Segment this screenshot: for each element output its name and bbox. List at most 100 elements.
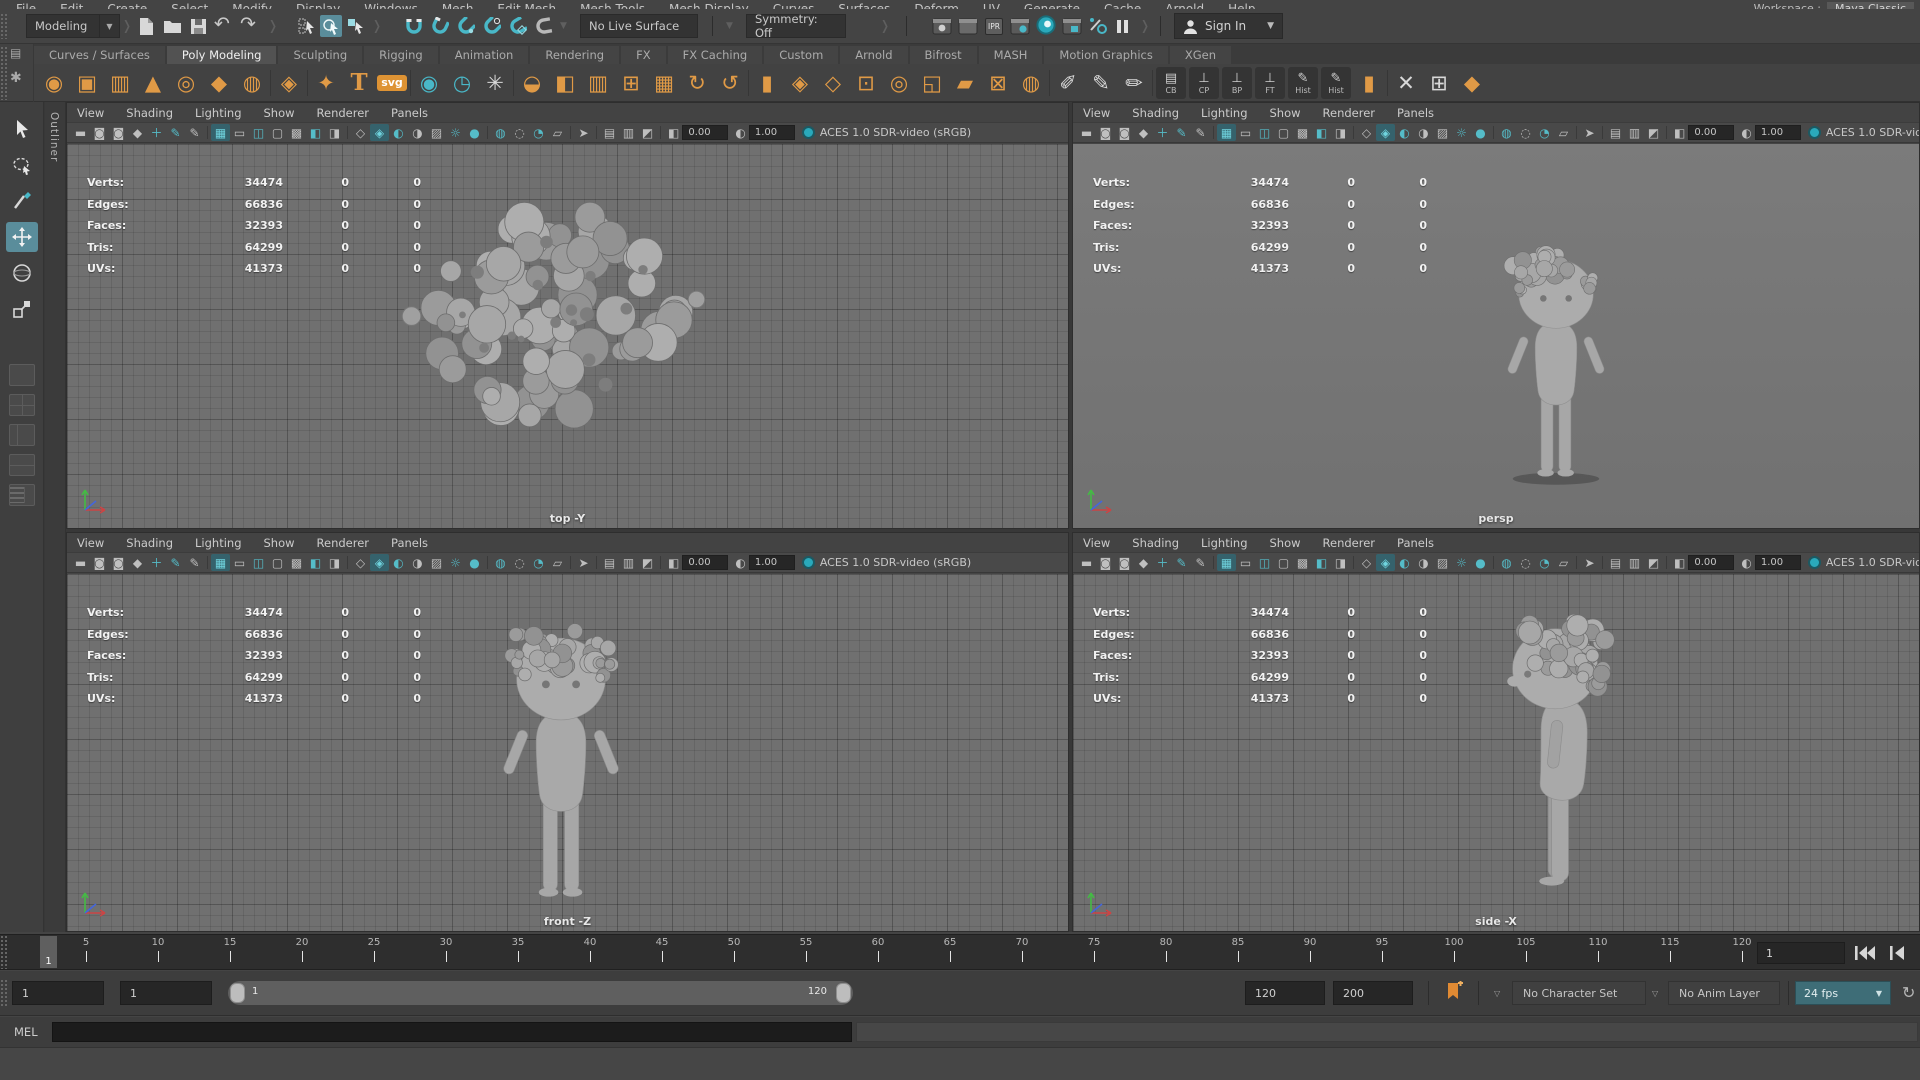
resolution-gate-icon[interactable]: ◫ — [249, 124, 268, 141]
viewport-menu-item[interactable]: Panels — [391, 536, 441, 550]
view-transform-icon[interactable] — [802, 556, 815, 569]
snap-to-grid-icon[interactable] — [402, 14, 426, 38]
anti-alias-icon[interactable]: ◔ — [1535, 124, 1554, 141]
view-transform-label[interactable]: ACES 1.0 SDR-video (sRGB) — [1826, 556, 1919, 569]
field-chart-icon[interactable]: ▩ — [1293, 554, 1312, 571]
live-surface-field[interactable]: No Live Surface — [580, 14, 698, 38]
gate-mask-icon[interactable]: ▢ — [268, 554, 287, 571]
shelf-gear-icon[interactable]: ✱ — [10, 70, 22, 86]
pivot-icon[interactable]: ＋ — [1153, 554, 1172, 571]
go-to-start-button[interactable] — [1852, 941, 1878, 965]
pivot-icon[interactable]: ＋ — [147, 554, 166, 571]
viewport-menu-item[interactable]: Shading — [126, 536, 186, 550]
camera-home-icon[interactable]: ◙ — [109, 554, 128, 571]
field-chart-icon[interactable]: ▩ — [287, 124, 306, 141]
image-plane-icon[interactable]: ▤ — [1606, 124, 1625, 141]
pivot-edit-icon[interactable]: ✎ — [1172, 124, 1191, 141]
wireframe-on-shaded-icon[interactable]: ◑ — [1414, 124, 1433, 141]
command-result-field[interactable] — [856, 1022, 1918, 1042]
isolate-select-icon[interactable]: ➤ — [574, 554, 593, 571]
pivot-edit-icon[interactable]: ✎ — [1172, 554, 1191, 571]
layout-four-pane-icon[interactable] — [9, 394, 35, 416]
viewport-menu-item[interactable]: Show — [264, 536, 308, 550]
workspace-selector[interactable]: Workspace : Maya Classic — [1754, 2, 1914, 9]
viewport-menu-item[interactable]: Show — [1270, 536, 1314, 550]
motion-blur-icon[interactable]: ◌ — [510, 124, 529, 141]
view-transform-label[interactable]: ACES 1.0 SDR-video (sRGB) — [820, 556, 971, 569]
pivot-edit-icon[interactable]: ✎ — [166, 554, 185, 571]
lasso-select-tool-icon[interactable] — [6, 150, 38, 180]
exposure-field[interactable]: 0.00 — [682, 555, 728, 570]
layout-outliner-persp-icon[interactable] — [9, 484, 35, 506]
texture-placement-icon[interactable]: ▥ — [1625, 124, 1644, 141]
auto-key-button[interactable] — [1444, 980, 1466, 1010]
annotate-icon[interactable]: ✎ — [185, 554, 204, 571]
pause-viewport-icon[interactable] — [1112, 14, 1132, 38]
exposure-field[interactable]: 0.00 — [1688, 555, 1734, 570]
insert-edge-loop-icon[interactable]: ✐ — [1052, 66, 1084, 100]
animation-start-field[interactable]: 1 — [12, 981, 104, 1005]
channel-box-button[interactable]: ▤ CB — [1156, 67, 1186, 99]
sculpt-time-icon[interactable]: ◷ — [446, 66, 478, 100]
group-collapse-icon[interactable]: ❭ — [1142, 15, 1148, 37]
wireframe-on-shaded-icon[interactable]: ◑ — [408, 124, 427, 141]
pivot-icon[interactable]: ＋ — [147, 124, 166, 141]
viewport-menu-item[interactable]: Shading — [1132, 106, 1192, 120]
textured-mode-icon[interactable]: ◐ — [1395, 554, 1414, 571]
main-menu-item[interactable]: Arnold — [1165, 2, 1204, 9]
viewport-menu-item[interactable]: View — [1083, 536, 1123, 550]
workspace-value[interactable]: Maya Classic — [1827, 2, 1914, 9]
view-transform-icon[interactable] — [1808, 556, 1821, 569]
render-current-frame-icon[interactable] — [956, 14, 980, 38]
viewport-menu-item[interactable]: View — [77, 106, 117, 120]
grid-toggle-icon[interactable]: ▦ — [1217, 124, 1236, 141]
bake-pivot-button[interactable]: ⊥ BP — [1222, 67, 1252, 99]
exposure-toggle-icon[interactable]: ◧ — [1674, 556, 1685, 570]
exposure-toggle-icon[interactable]: ◧ — [668, 126, 679, 140]
grid-fill-icon[interactable]: ▦ — [648, 66, 680, 100]
fill-hole-icon[interactable]: ⊞ — [615, 66, 647, 100]
bookmark-icon[interactable]: ◆ — [128, 554, 147, 571]
reverse-normals-icon[interactable]: ↺ — [714, 66, 746, 100]
ambient-occlusion-icon[interactable]: ◍ — [1497, 124, 1516, 141]
animation-end-field[interactable]: 200 — [1333, 981, 1413, 1005]
shelf-tab[interactable]: Motion Graphics — [1044, 46, 1167, 64]
safe-action-icon[interactable]: ◧ — [1312, 554, 1331, 571]
viewport-menu-item[interactable]: Renderer — [1323, 536, 1389, 550]
viewport-front[interactable]: ViewShadingLightingShowRendererPanels ▬◙… — [66, 532, 1069, 932]
rangebar-grip[interactable] — [0, 979, 8, 1007]
viewport-menu-item[interactable]: Lighting — [195, 106, 254, 120]
select-component-icon[interactable] — [345, 15, 367, 37]
offset-edge-loop-icon[interactable]: ✎ — [1085, 66, 1117, 100]
snap-to-view-plane-icon[interactable] — [506, 14, 530, 38]
pivot-edit-icon[interactable]: ✎ — [166, 124, 185, 141]
main-menu-item[interactable]: Deform — [914, 2, 959, 9]
make-live-icon[interactable] — [532, 14, 556, 38]
viewport-menu-item[interactable]: View — [77, 536, 117, 550]
film-gate-icon[interactable]: ▭ — [1236, 124, 1255, 141]
main-menu-item[interactable]: Cache — [1104, 2, 1141, 9]
delete-nondeformer-history-button[interactable]: ✎ Hist — [1321, 67, 1351, 99]
main-menu-item[interactable]: Windows — [364, 2, 418, 9]
viewport-menu-item[interactable]: View — [1083, 106, 1123, 120]
exposure-toggle-icon[interactable]: ◧ — [1674, 126, 1685, 140]
hypershade-icon[interactable] — [1060, 14, 1084, 38]
image-plane-icon[interactable]: ▤ — [600, 124, 619, 141]
paint-transfer-icon[interactable]: ◆ — [1456, 66, 1488, 100]
shelf-tab[interactable]: FX — [621, 46, 666, 64]
shelf-tab[interactable]: FX Caching — [668, 46, 763, 64]
group-collapse-icon[interactable]: ❭ — [882, 15, 888, 37]
snap-to-projected-center-icon[interactable] — [480, 14, 504, 38]
motion-blur-icon[interactable]: ◌ — [1516, 124, 1535, 141]
safe-action-icon[interactable]: ◧ — [1312, 124, 1331, 141]
layout-split-horizontal-icon[interactable] — [9, 454, 35, 476]
main-menu-item[interactable]: Surfaces — [838, 2, 890, 9]
exposure-field[interactable]: 0.00 — [1688, 125, 1734, 140]
safe-title-icon[interactable]: ◨ — [325, 124, 344, 141]
ipr-render-icon[interactable]: IPR — [982, 14, 1006, 38]
isolate-select-icon[interactable]: ➤ — [1580, 554, 1599, 571]
resolution-gate-icon[interactable]: ◫ — [1255, 124, 1274, 141]
default-lighting-icon[interactable]: ☼ — [1452, 124, 1471, 141]
undo-icon[interactable]: ↶ — [210, 12, 234, 36]
camera-lock-icon[interactable]: ◙ — [90, 554, 109, 571]
